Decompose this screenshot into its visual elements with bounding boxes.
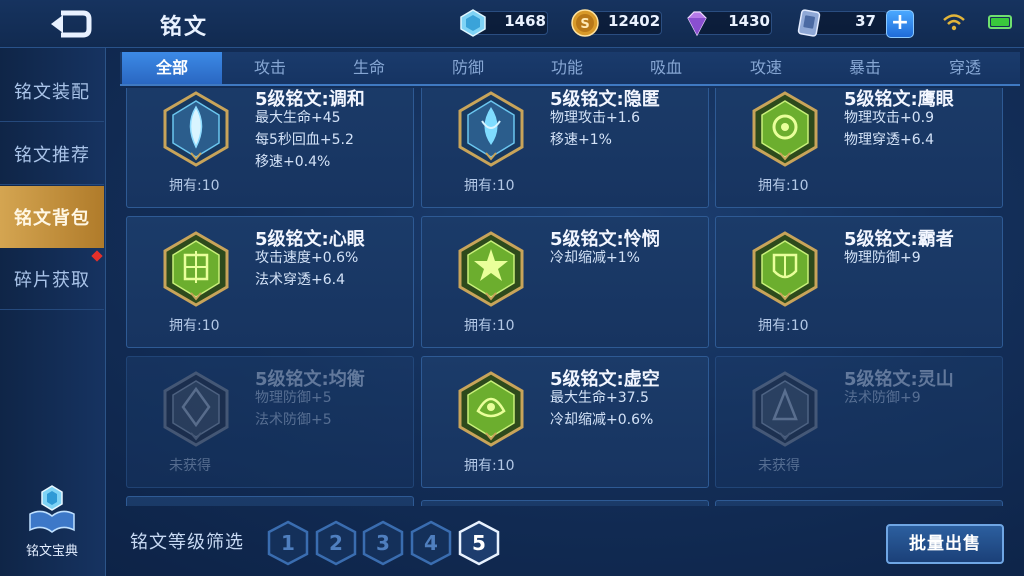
sidebar-item-recommend[interactable]: 铭文推荐 — [0, 123, 104, 185]
rune-stat: 物理攻击+1.6 — [550, 110, 640, 126]
rune-card[interactable]: 5级铭文:鹰眼 物理攻击+0.9 物理穿透+6.4 拥有:10 — [715, 88, 1003, 208]
rune-owned-count: 拥有:10 — [169, 178, 220, 194]
rune-owned-status: 未获得 — [169, 458, 211, 474]
rune-icon-blue — [163, 91, 229, 167]
level-number: 5 — [472, 531, 486, 555]
rune-stat: 攻击速度+0.6% — [255, 250, 359, 266]
voucher-counter: 37 — [794, 8, 888, 38]
rune-owned-status: 未获得 — [758, 458, 800, 474]
back-arrow-icon — [51, 10, 92, 38]
rune-stat: 冷却缩减+0.6% — [550, 412, 654, 428]
rune-stat: 法术穿透+6.4 — [255, 272, 345, 288]
level-number: 2 — [329, 531, 343, 555]
rune-grid: 5级铭文:调和 最大生命+45 每5秒回血+5.2 移速+0.4% 拥有:10 … — [120, 88, 1020, 506]
sidebar-item-label: 碎片获取 — [14, 269, 90, 291]
rune-codex-button[interactable]: 铭文宝典 — [14, 480, 90, 570]
rune-icon-gray — [752, 371, 818, 447]
rune-icon-green — [163, 231, 229, 307]
wifi-icon — [943, 14, 965, 31]
sidebar-item-fragments[interactable]: 碎片获取 — [0, 248, 104, 310]
rune-card[interactable]: 5级铭文:均衡 物理防御+5 法术防御+5 未获得 — [126, 356, 414, 488]
rune-card[interactable]: 5级铭文:霸者 物理防御+9 拥有:10 — [715, 216, 1003, 348]
rune-icon-green — [752, 91, 818, 167]
tab-defense[interactable]: 防御 — [418, 52, 518, 84]
tab-all[interactable]: 全部 — [122, 52, 222, 84]
page-title: 铭文 — [160, 15, 209, 40]
rune-stat: 最大生命+45 — [255, 110, 341, 126]
level-number: 1 — [281, 531, 295, 555]
rune-card[interactable]: 5级铭文:虚空 最大生命+37.5 冷却缩减+0.6% 拥有:10 — [421, 356, 709, 488]
level-number: 3 — [376, 531, 390, 555]
sidebar-item-backpack[interactable]: 铭文背包 — [0, 186, 104, 248]
rune-icon-green — [458, 371, 524, 447]
rune-owned-count: 拥有:10 — [758, 318, 809, 334]
rune-stat: 物理穿透+6.4 — [844, 132, 934, 148]
level-number: 4 — [424, 531, 438, 555]
diamond-icon — [687, 11, 707, 37]
rune-owned-count: 拥有:10 — [169, 318, 220, 334]
crystal-icon — [460, 9, 486, 37]
level-filter-5[interactable]: 5 — [458, 520, 500, 566]
battery-icon — [988, 15, 1012, 29]
tab-penetration[interactable]: 穿透 — [915, 52, 1015, 84]
gold-coin-icon: S — [571, 9, 599, 37]
rune-icon-blue — [458, 91, 524, 167]
tab-utility[interactable]: 功能 — [517, 52, 617, 84]
level-filter-1[interactable]: 1 — [267, 520, 309, 566]
codex-book-icon — [29, 485, 75, 533]
tab-attack[interactable]: 攻击 — [220, 52, 320, 84]
rune-owned-count: 拥有:10 — [464, 178, 515, 194]
rune-stat: 冷却缩减+1% — [550, 250, 640, 266]
voucher-card-icon — [797, 9, 821, 37]
tab-attack-speed[interactable]: 攻速 — [716, 52, 816, 84]
bulk-sell-button[interactable]: 批量出售 — [886, 524, 1004, 564]
back-button[interactable] — [10, 6, 130, 42]
add-voucher-button[interactable]: + — [886, 10, 914, 38]
sidebar-item-equip[interactable]: 铭文装配 — [0, 60, 104, 122]
rune-stat: 移速+1% — [550, 132, 612, 148]
rune-card[interactable]: 5级铭文:心眼 攻击速度+0.6% 法术穿透+6.4 拥有:10 — [126, 216, 414, 348]
rune-stat: 物理攻击+0.9 — [844, 110, 934, 126]
rune-card[interactable] — [126, 496, 414, 506]
level-filter-2[interactable]: 2 — [315, 520, 357, 566]
rune-card[interactable]: 5级铭文:灵山 法术防御+9 未获得 — [715, 356, 1003, 488]
svg-text:S: S — [580, 17, 589, 32]
category-tabs: 全部 攻击 生命 防御 功能 吸血 攻速 暴击 穿透 — [120, 52, 1020, 86]
rune-card[interactable]: 5级铭文:隐匿 物理攻击+1.6 移速+1% 拥有:10 — [421, 88, 709, 208]
rune-card[interactable] — [421, 500, 709, 506]
sidebar-item-label: 铭文推荐 — [14, 144, 90, 166]
rune-owned-count: 拥有:10 — [464, 458, 515, 474]
top-bar: 铭文 1468 S 12402 1430 37 + — [0, 0, 1024, 48]
rune-stat: 法术防御+9 — [844, 390, 921, 406]
rune-owned-count: 拥有:10 — [758, 178, 809, 194]
rune-card[interactable] — [715, 500, 1003, 506]
diamond-counter: 1430 — [682, 8, 774, 38]
rune-card[interactable]: 5级铭文:调和 最大生命+45 每5秒回血+5.2 移速+0.4% 拥有:10 — [126, 88, 414, 208]
gold-counter: S 12402 — [570, 8, 664, 38]
rune-stat: 法术防御+5 — [255, 412, 332, 428]
rune-stat: 每5秒回血+5.2 — [255, 132, 354, 148]
rune-stat: 最大生命+37.5 — [550, 390, 649, 406]
level-filter-4[interactable]: 4 — [410, 520, 452, 566]
rune-icon-green — [458, 231, 524, 307]
codex-label: 铭文宝典 — [25, 544, 78, 559]
tab-critical[interactable]: 暴击 — [815, 52, 915, 84]
rune-stat: 物理防御+5 — [255, 390, 332, 406]
sidebar-item-label: 铭文装配 — [14, 81, 90, 103]
rune-card[interactable]: 5级铭文:怜悯 冷却缩减+1% 拥有:10 — [421, 216, 709, 348]
tab-health[interactable]: 生命 — [319, 52, 419, 84]
rune-stat: 移速+0.4% — [255, 154, 331, 170]
level-filter-label: 铭文等级筛选 — [130, 532, 244, 553]
level-filter-3[interactable]: 3 — [362, 520, 404, 566]
rune-owned-count: 拥有:10 — [464, 318, 515, 334]
sidebar-item-label: 铭文背包 — [14, 208, 90, 229]
rune-stat: 物理防御+9 — [844, 250, 921, 266]
crystal-counter: 1468 — [458, 8, 550, 38]
rune-icon-green — [752, 231, 818, 307]
tab-lifesteal[interactable]: 吸血 — [616, 52, 716, 84]
rune-icon-gray — [163, 371, 229, 447]
